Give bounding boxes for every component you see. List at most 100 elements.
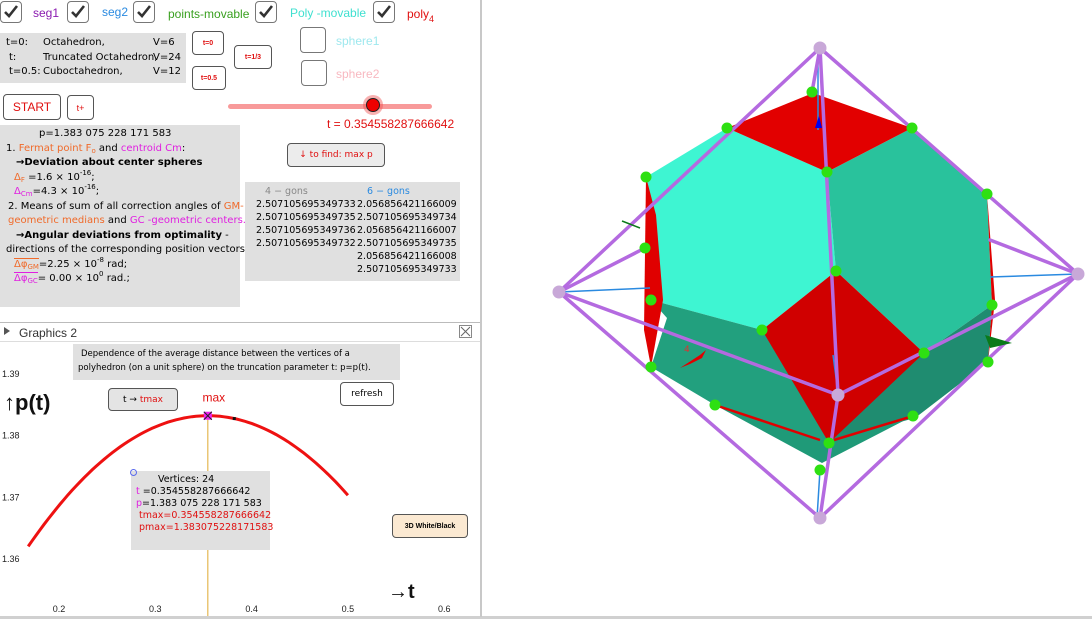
vertex-point[interactable]	[645, 361, 657, 373]
phi-gc-value: = 0.00 × 10	[37, 273, 100, 284]
t-plus-button[interactable]: t+	[67, 95, 94, 120]
phi-gc-line: ΔφGC= 0.00 × 100 rad.;	[6, 271, 248, 287]
delta-cm-exp: -16	[84, 183, 96, 191]
gons-4-cell: 2.507105695349732	[256, 238, 356, 249]
graphics2-panel: Dependence of the average distance betwe…	[0, 342, 480, 616]
y-tick-label: 1.36	[2, 554, 20, 564]
vertex-point[interactable]	[721, 122, 733, 134]
readout-t: t =0.354558287666642	[136, 486, 273, 498]
checkbox-poly-movable[interactable]	[255, 1, 277, 23]
vertex-point[interactable]	[918, 347, 930, 359]
gons-6-cell: 2.056856421166009	[357, 199, 457, 210]
3d-view[interactable]: 4	[482, 0, 1092, 617]
t-one-third-button[interactable]: t=1/3	[234, 45, 272, 69]
vertex-point[interactable]	[981, 188, 993, 200]
delta-cm-sub: Cm	[20, 190, 33, 198]
delta-f-line: ΔF =1.6 × 10-16;	[14, 168, 95, 184]
phi-gc-unit: rad.;	[103, 273, 130, 284]
start-button[interactable]: START	[3, 94, 61, 120]
checkbox-seg2-label: seg2	[102, 5, 129, 19]
phi-gm-sub: GM	[27, 262, 39, 271]
graphics2-title: Graphics 2	[19, 326, 78, 340]
delta-f-sub: F	[20, 175, 25, 184]
vertex-point[interactable]	[823, 437, 835, 449]
info-name: Octahedron,	[43, 37, 105, 48]
centroid-text: centroid Cm	[120, 142, 182, 154]
vertex-point[interactable]	[756, 324, 768, 336]
angular-heading-bold: →Angular deviations from optimality	[16, 229, 222, 241]
delta-cm-value: =4.3 × 10	[32, 186, 85, 197]
delta-f-label: Δ	[14, 171, 21, 183]
vertex-point[interactable]	[982, 356, 994, 368]
slider-value-label: t = 0.354558287666642	[327, 117, 455, 131]
octahedron-vertex[interactable]	[813, 41, 827, 55]
gons-6-cell: 2.056856421166007	[357, 225, 457, 236]
octahedron-vertex[interactable]	[552, 285, 566, 299]
phi-gm-unit: rad;	[104, 258, 128, 270]
octahedron-vertex[interactable]	[831, 388, 845, 402]
vertex-point[interactable]	[986, 299, 998, 311]
t05-button[interactable]: t=0.5	[192, 66, 226, 90]
gc-label: GC	[129, 215, 145, 226]
x-axis-label: →t	[388, 581, 415, 603]
graphics2-header: Graphics 2	[0, 322, 480, 342]
checkbox-sphere2-label: sphere2	[336, 67, 380, 81]
slider-track[interactable]	[228, 103, 432, 109]
max-label: max	[203, 391, 226, 405]
close-icon[interactable]	[459, 325, 472, 338]
x-tick-label: 0.3	[149, 604, 162, 614]
item2-line: 2. Means of sum of all correction angles…	[6, 200, 248, 215]
slider-thumb[interactable]	[365, 98, 380, 112]
deviation-heading: →Deviation about center spheres	[16, 157, 203, 168]
vertex-point[interactable]	[907, 410, 919, 422]
analysis-box: p=1.383 075 228 171 583 1. Fermat point …	[0, 125, 248, 307]
octahedron-vertex[interactable]	[813, 511, 827, 525]
checkbox-poly4[interactable]	[373, 1, 395, 23]
vertex-point[interactable]	[821, 166, 833, 178]
checkbox-points-movable[interactable]	[133, 1, 155, 23]
delta-cm-label: Δ	[14, 186, 21, 197]
checkbox-points-movable-label: points-movable	[168, 7, 250, 21]
vertex-point[interactable]	[830, 265, 842, 277]
check-icon	[4, 5, 19, 18]
and-text: and	[95, 142, 121, 154]
checkbox-sphere1-label: sphere1	[336, 34, 380, 48]
y-axis-label: ↑p(t)	[4, 390, 50, 415]
collapse-triangle-icon[interactable]	[4, 327, 10, 335]
x-tick-label: 0.6	[438, 604, 451, 614]
vertex-point[interactable]	[640, 171, 652, 183]
octahedron-vertex[interactable]	[1071, 267, 1085, 281]
info-v: V=12	[153, 66, 181, 77]
checkbox-sphere2[interactable]	[301, 60, 327, 86]
vertex-point[interactable]	[806, 86, 818, 98]
directions-line: directions of the corresponding position…	[6, 244, 249, 255]
phi-gm-line: ΔφGM=2.25 × 10-8 rad;	[6, 255, 248, 273]
vertex-point[interactable]	[645, 294, 657, 306]
t-slider[interactable]	[228, 98, 434, 112]
gm-desc: geometric medians	[8, 215, 105, 226]
t0-button[interactable]: t=0	[192, 31, 224, 55]
poly-label-text: poly	[407, 7, 430, 21]
current-point[interactable]	[232, 417, 236, 421]
gons-6-cell: 2.507105695349734	[357, 212, 457, 223]
vertex-point[interactable]	[709, 399, 721, 411]
vertex-point[interactable]	[814, 464, 826, 476]
gons-col1-header: 4 − gons	[265, 186, 308, 197]
info-t: t:	[9, 51, 17, 63]
phi-gm-exp: -8	[97, 255, 104, 264]
colon-text: :	[181, 142, 186, 154]
find-max-p-button[interactable]: ↓ to find: max p	[287, 143, 385, 167]
and-text2: and	[104, 215, 130, 226]
gons-4-cell: 2.507105695349735	[256, 212, 356, 223]
checkbox-seg2[interactable]	[67, 1, 89, 23]
x-tick-label: 0.5	[342, 604, 355, 614]
fermat-label: Fermat point F	[18, 142, 92, 154]
checkbox-seg1[interactable]	[0, 1, 22, 23]
delta-f-value: =1.6 × 10	[28, 171, 80, 183]
readout-p-value: =1.383 075 228 171 583	[142, 498, 262, 509]
phi-gc-label: Δφ	[14, 273, 28, 284]
vertex-point[interactable]	[639, 242, 651, 254]
readout-p: p=1.383 075 228 171 583	[136, 498, 273, 510]
vertex-point[interactable]	[906, 122, 918, 134]
checkbox-sphere1[interactable]	[300, 27, 326, 53]
